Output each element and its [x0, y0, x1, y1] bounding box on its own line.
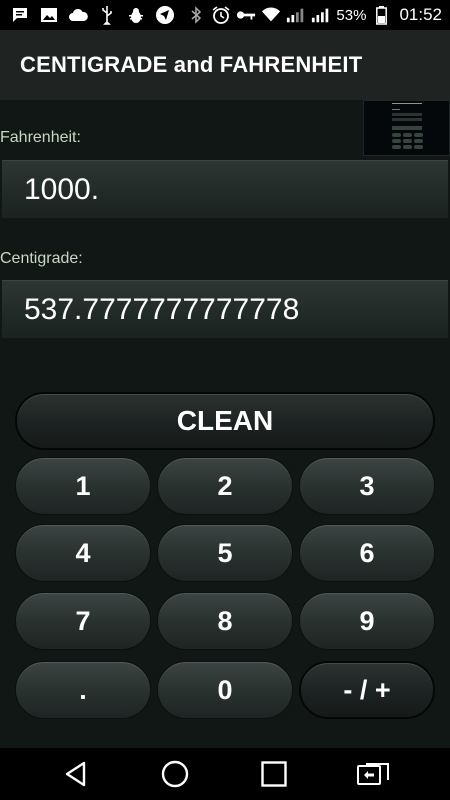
battery-icon — [371, 5, 391, 25]
back-icon[interactable] — [58, 756, 94, 792]
fahrenheit-label: Fahrenheit: — [0, 129, 81, 146]
status-bar-system: 53% 01:52 — [186, 5, 442, 25]
wifi-icon — [261, 5, 281, 25]
centigrade-label: Centigrade: — [0, 250, 83, 267]
signal-2-icon — [311, 5, 331, 25]
app-preview-thumbnail[interactable] — [363, 100, 450, 156]
navigation-bar — [0, 748, 450, 800]
usb-icon — [97, 5, 117, 25]
status-bar-notifications — [10, 5, 175, 25]
status-bar: 53% 01:52 — [0, 0, 450, 30]
key-9-button[interactable]: 9 — [299, 592, 435, 650]
key-7-button[interactable]: 7 — [15, 592, 151, 650]
decimal-point-button[interactable]: . — [15, 661, 151, 719]
app-bar: CENTIGRADE and FAHRENHEIT — [0, 30, 450, 100]
key-4-button[interactable]: 4 — [15, 524, 151, 582]
fahrenheit-field[interactable]: 1000. — [2, 160, 448, 218]
key-2-button[interactable]: 2 — [157, 457, 293, 515]
clock: 01:52 — [399, 5, 442, 24]
recents-icon[interactable] — [256, 756, 292, 792]
navigation-icon — [155, 5, 175, 25]
key-8-button[interactable]: 8 — [157, 592, 293, 650]
chat-icon — [10, 5, 30, 25]
key-3-button[interactable]: 3 — [299, 457, 435, 515]
alarm-icon — [211, 5, 231, 25]
bluetooth-icon — [186, 5, 206, 25]
signal-icon — [286, 5, 306, 25]
key-0-button[interactable]: 0 — [157, 661, 293, 719]
android-debug-icon — [126, 5, 146, 25]
centigrade-field[interactable]: 537.7777777777778 — [2, 280, 448, 338]
key-6-button[interactable]: 6 — [299, 524, 435, 582]
switch-sim-icon[interactable] — [355, 756, 391, 792]
key-icon — [236, 5, 256, 25]
image-icon — [39, 5, 59, 25]
home-icon[interactable] — [157, 756, 193, 792]
app-title: CENTIGRADE and FAHRENHEIT — [20, 52, 363, 77]
key-5-button[interactable]: 5 — [157, 524, 293, 582]
key-1-button[interactable]: 1 — [15, 457, 151, 515]
battery-percent: 53% — [336, 6, 367, 24]
cloud-icon — [68, 5, 88, 25]
sign-toggle-button[interactable]: - / + — [299, 661, 435, 719]
clean-button[interactable]: CLEAN — [15, 392, 435, 450]
